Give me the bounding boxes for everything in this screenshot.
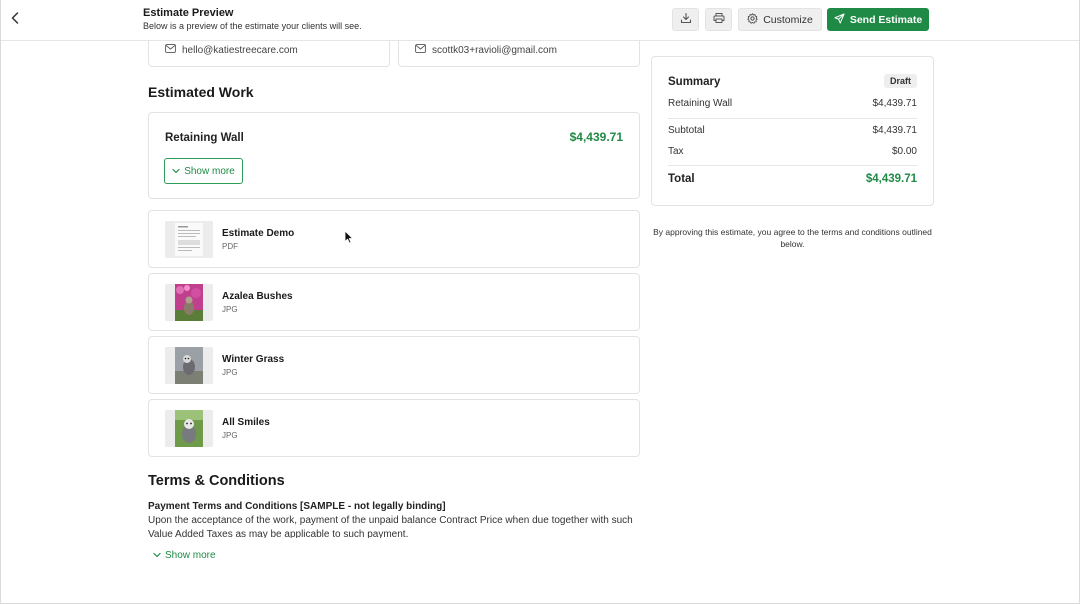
estimated-work-heading: Estimated Work: [148, 84, 254, 100]
attachment-name: Estimate Demo: [222, 228, 295, 239]
download-icon: [680, 11, 692, 29]
customize-button[interactable]: Customize: [738, 8, 822, 31]
printer-icon: [713, 11, 725, 29]
work-item-amount: $4,439.71: [569, 130, 623, 144]
page-title: Estimate Preview: [143, 7, 234, 19]
client-email: scottk03+ravioli@gmail.com: [432, 44, 557, 56]
summary-total: Total $4,439.71: [668, 173, 917, 185]
terms-show-more-link[interactable]: Show more: [153, 550, 216, 561]
app-frame: Estimate Preview Below is a preview of t…: [0, 0, 1080, 604]
attachment-type: PDF: [222, 242, 238, 251]
chevron-down-icon: [172, 166, 180, 177]
company-email: hello@katiestreecare.com: [182, 44, 298, 56]
summary-title: Summary: [668, 76, 721, 88]
tax-amount: $0.00: [891, 146, 917, 157]
tax-label: Tax: [668, 146, 684, 157]
attachment-item[interactable]: Winter Grass JPG: [148, 336, 640, 394]
send-icon: [834, 12, 845, 27]
page-subtitle: Below is a preview of the estimate your …: [143, 21, 362, 31]
attachment-name: Winter Grass: [222, 354, 285, 365]
terms-subtitle: Payment Terms and Conditions [SAMPLE - n…: [148, 501, 446, 512]
status-badge: Draft: [883, 74, 917, 88]
mouse-cursor-icon: [344, 230, 354, 249]
attachment-item[interactable]: All Smiles JPG: [148, 399, 640, 457]
summary-line-item-label: Retaining Wall: [668, 98, 733, 109]
subtotal-amount: $4,439.71: [872, 125, 918, 136]
chevron-down-icon: [153, 550, 161, 561]
summary-subtotal: Subtotal $4,439.71: [668, 125, 917, 136]
attachment-name: All Smiles: [222, 417, 270, 428]
terms-body: Upon the acceptance of the work, payment…: [148, 515, 633, 538]
work-item-card: Retaining Wall $4,439.71 Show more: [148, 112, 640, 199]
attachment-item[interactable]: Estimate Demo PDF: [148, 210, 640, 268]
company-email-row: hello@katiestreecare.com: [165, 44, 298, 56]
download-button[interactable]: [672, 8, 699, 31]
terms-show-more-label: Show more: [165, 550, 216, 561]
photo-thumbnail: [165, 284, 213, 321]
customize-label: Customize: [763, 13, 813, 26]
summary-line-item-amount: $4,439.71: [872, 98, 918, 109]
show-more-button[interactable]: Show more: [164, 158, 243, 184]
summary-line-item: Retaining Wall $4,439.71: [668, 98, 917, 109]
header-bar: Estimate Preview Below is a preview of t…: [1, 0, 1079, 41]
photo-thumbnail: [165, 347, 213, 384]
mail-icon: [165, 44, 176, 56]
page-header: Estimate Preview Below is a preview of t…: [143, 7, 362, 32]
chevron-left-icon: [11, 11, 19, 29]
photo-thumbnail: [165, 410, 213, 447]
attachment-type: JPG: [222, 431, 238, 440]
attachment-item[interactable]: Azalea Bushes JPG: [148, 273, 640, 331]
terms-heading: Terms & Conditions: [148, 473, 285, 489]
attachment-name: Azalea Bushes: [222, 291, 293, 302]
attachment-type: JPG: [222, 305, 238, 314]
total-label: Total: [668, 173, 695, 185]
print-button[interactable]: [705, 8, 732, 31]
gear-icon: [747, 12, 758, 27]
summary-tax: Tax $0.00: [668, 146, 917, 157]
attachment-type: JPG: [222, 368, 238, 377]
subtotal-label: Subtotal: [668, 125, 705, 136]
pdf-thumbnail: [165, 221, 213, 258]
back-button[interactable]: [7, 10, 23, 30]
divider: [668, 165, 917, 166]
mail-icon: [415, 44, 426, 56]
total-amount: $4,439.71: [865, 173, 917, 185]
send-estimate-button[interactable]: Send Estimate: [827, 8, 929, 31]
client-email-row: scottk03+ravioli@gmail.com: [415, 44, 557, 56]
send-estimate-label: Send Estimate: [849, 13, 923, 26]
approval-note: By approving this estimate, you agree to…: [653, 227, 932, 249]
divider: [668, 118, 917, 119]
summary-card: Summary Draft Retaining Wall $4,439.71 S…: [651, 56, 934, 206]
show-more-label: Show more: [184, 165, 235, 177]
work-item-name: Retaining Wall: [165, 132, 244, 144]
